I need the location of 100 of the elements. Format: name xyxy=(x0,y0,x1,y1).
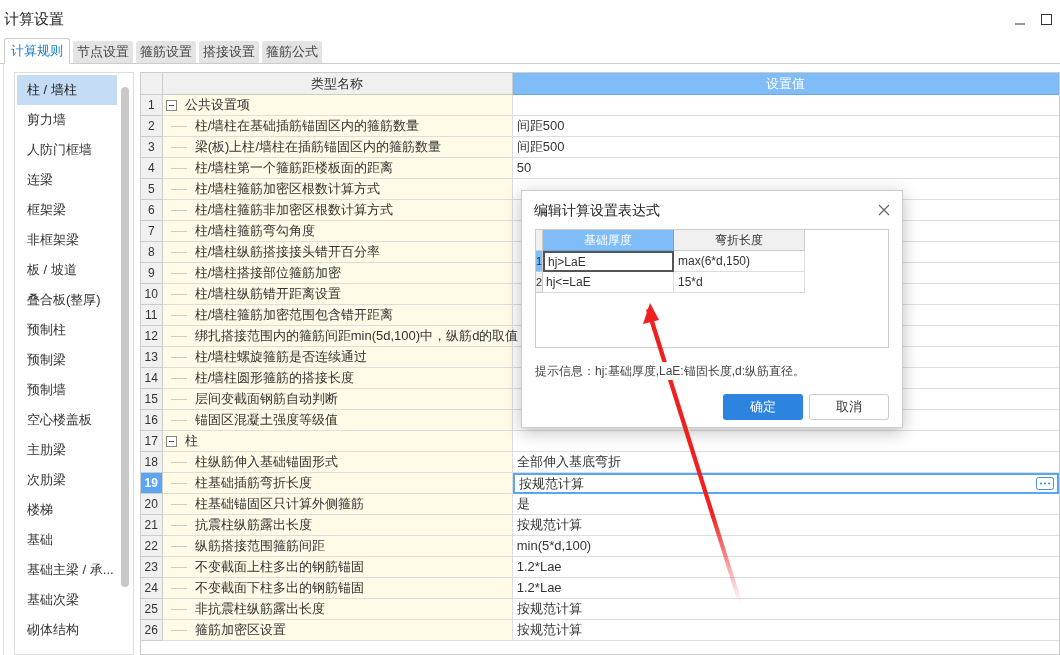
setting-value[interactable]: 全部伸入基底弯折 xyxy=(516,452,621,472)
row-number: 9 xyxy=(140,263,163,284)
collapse-icon[interactable] xyxy=(165,435,177,447)
sidebar-item[interactable]: 预制墙 xyxy=(17,375,117,405)
sidebar-item[interactable]: 空心楼盖板 xyxy=(17,405,117,435)
row-number: 19 xyxy=(140,473,163,494)
collapse-icon[interactable] xyxy=(165,99,177,111)
row-number: 17 xyxy=(140,431,163,452)
close-icon[interactable] xyxy=(878,204,890,216)
row-number: 2 xyxy=(140,116,163,137)
setting-value[interactable]: 按规范计算 xyxy=(516,599,582,619)
sidebar-item[interactable]: 预制柱 xyxy=(17,315,117,345)
sidebar-item[interactable]: 预制梁 xyxy=(17,345,117,375)
setting-name: 柱/墙柱纵筋搭接接头错开百分率 xyxy=(194,243,381,262)
tree-line xyxy=(170,230,187,232)
column-header: 设置值 xyxy=(512,73,1059,95)
row-number: 15 xyxy=(140,389,163,410)
setting-value[interactable]: 是 xyxy=(516,494,530,514)
setting-name: 抗震柱纵筋露出长度 xyxy=(194,516,312,535)
setting-value[interactable]: 间距500 xyxy=(516,137,565,157)
column-header[interactable]: 弯折长度 xyxy=(674,230,805,251)
tab[interactable]: 节点设置 xyxy=(73,41,133,63)
sidebar-item[interactable]: 砌体结构 xyxy=(17,615,117,645)
setting-name: 柱/墙柱箍筋非加密区根数计算方式 xyxy=(194,201,394,220)
sidebar-item[interactable]: 柱 / 墙柱 xyxy=(17,75,117,105)
condition-cell[interactable]: hj<=LaE xyxy=(543,272,674,293)
setting-name: 柱纵筋伸入基础锚固形式 xyxy=(194,453,338,472)
setting-name: 柱/墙柱螺旋箍筋是否连续通过 xyxy=(194,348,368,367)
sidebar-item[interactable]: 基础次梁 xyxy=(17,585,117,615)
sidebar-item[interactable]: 框架梁 xyxy=(17,195,117,225)
sidebar-item[interactable]: 基础 xyxy=(17,525,117,555)
tree-line xyxy=(170,188,187,190)
value-cell[interactable]: 15*d xyxy=(674,272,805,293)
sidebar-item[interactable]: 非框架梁 xyxy=(17,225,117,255)
more-icon[interactable] xyxy=(1036,477,1054,490)
column-header: 类型名称 xyxy=(162,73,513,95)
row-number: 16 xyxy=(140,410,163,431)
setting-value[interactable]: 1.2*Lae xyxy=(516,578,562,598)
setting-name: 柱/墙柱箍筋加密区根数计算方式 xyxy=(194,180,381,199)
cancel-button[interactable]: 取消 xyxy=(809,394,889,420)
setting-value[interactable]: min(5*d,100) xyxy=(516,536,592,556)
tree-line xyxy=(170,398,187,400)
row-number: 18 xyxy=(140,452,163,473)
sidebar-item[interactable]: 连梁 xyxy=(17,165,117,195)
maximize-icon[interactable] xyxy=(1041,13,1052,25)
row-number: 25 xyxy=(140,599,163,620)
tree-line xyxy=(170,566,187,568)
tree-line xyxy=(170,419,187,421)
window-title: 计算设置 xyxy=(4,8,64,29)
tab[interactable]: 箍筋公式 xyxy=(262,41,322,63)
setting-name: 不变截面上柱多出的钢筋锚固 xyxy=(194,558,364,577)
setting-name: 纵筋搭接范围箍筋间距 xyxy=(194,537,325,556)
tree-line xyxy=(170,608,187,610)
condition-cell[interactable]: hj>LaE xyxy=(543,251,674,272)
row-number: 22 xyxy=(140,536,163,557)
tree-line xyxy=(170,629,187,631)
sidebar-item[interactable]: 次肋梁 xyxy=(17,465,117,495)
sidebar-item[interactable]: 剪力墙 xyxy=(17,105,117,135)
row-number: 1 xyxy=(140,95,163,116)
setting-value[interactable]: 按规范计算 xyxy=(516,515,582,535)
setting-name: 梁(板)上柱/墙柱在插筋锚固区内的箍筋数量 xyxy=(194,138,442,157)
setting-name: 柱/墙柱第一个箍筋距楼板面的距离 xyxy=(194,159,394,178)
sidebar-item[interactable]: 基础主梁 / 承... xyxy=(17,555,117,585)
tab[interactable]: 搭接设置 xyxy=(199,41,259,63)
setting-name: 柱基础锚固区只计算外侧箍筋 xyxy=(194,495,364,514)
tab[interactable]: 计算规则 xyxy=(4,38,70,64)
tree-line xyxy=(170,335,187,337)
setting-name: 绑扎搭接范围内的箍筋间距min(5d,100)中，纵筋d的取值 xyxy=(194,327,519,346)
tree-line xyxy=(170,356,187,358)
setting-name: 柱/墙柱箍筋加密范围包含错开距离 xyxy=(194,306,394,325)
setting-value[interactable]: 1.2*Lae xyxy=(516,557,562,577)
setting-value[interactable]: 50 xyxy=(516,158,532,178)
group-name: 公共设置项 xyxy=(184,96,250,115)
row-number: 21 xyxy=(140,515,163,536)
tree-line xyxy=(170,272,187,274)
setting-value[interactable]: 间距500 xyxy=(516,116,565,136)
group-name: 柱 xyxy=(184,432,198,451)
sidebar-item[interactable]: 板 / 坡道 xyxy=(17,255,117,285)
row-number: 24 xyxy=(140,578,163,599)
setting-value[interactable]: 按规范计算 xyxy=(518,473,584,494)
row-number: 3 xyxy=(140,137,163,158)
tree-line xyxy=(170,461,187,463)
tree-line xyxy=(170,482,187,484)
tree-line xyxy=(170,293,187,295)
tree-line xyxy=(170,314,187,316)
sidebar-item[interactable]: 人防门框墙 xyxy=(17,135,117,165)
value-cell[interactable]: max(6*d,150) xyxy=(674,251,805,272)
row-number: 13 xyxy=(140,347,163,368)
sidebar-item[interactable]: 楼梯 xyxy=(17,495,117,525)
setting-name: 柱/墙柱圆形箍筋的搭接长度 xyxy=(194,369,355,388)
tab[interactable]: 箍筋设置 xyxy=(136,41,196,63)
sidebar-item[interactable]: 主肋梁 xyxy=(17,435,117,465)
tree-line xyxy=(170,503,187,505)
ok-button[interactable]: 确定 xyxy=(723,394,803,420)
dialog-title: 编辑计算设置表达式 xyxy=(534,200,660,220)
setting-name: 箍筋加密区设置 xyxy=(194,621,286,640)
setting-value[interactable]: 按规范计算 xyxy=(516,620,582,640)
row-number: 10 xyxy=(140,284,163,305)
sidebar-item[interactable]: 叠合板(整厚) xyxy=(17,285,117,315)
tree-line xyxy=(170,167,187,169)
